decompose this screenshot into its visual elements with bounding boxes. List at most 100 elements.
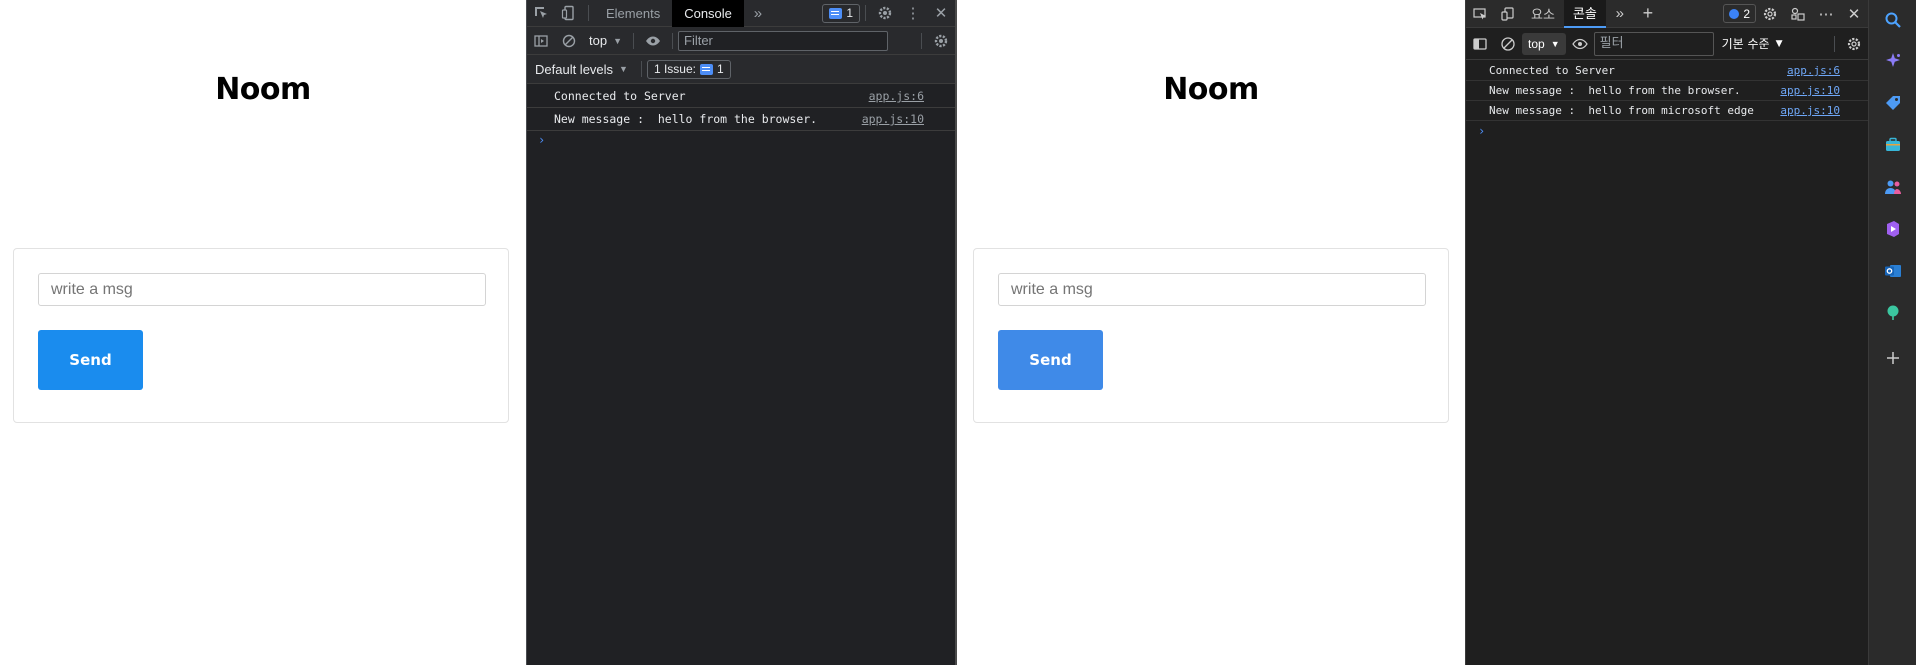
caret-down-icon: ▼ xyxy=(1775,38,1783,49)
console-log-row: Connected to Server app.js:6 xyxy=(527,85,955,108)
message-form: Send xyxy=(13,248,509,423)
log-source-link[interactable]: app.js:10 xyxy=(1780,84,1840,97)
message-icon xyxy=(700,63,713,75)
log-message: New message : hello from the browser. xyxy=(554,112,818,126)
close-icon[interactable]: ✕ xyxy=(1840,0,1868,27)
console-log-row: New message : hello from the browser. ap… xyxy=(527,108,955,131)
log-source-link[interactable]: app.js:10 xyxy=(1780,104,1840,117)
tab-console[interactable]: 콘솔 xyxy=(1563,0,1606,28)
toolbar-divider xyxy=(672,32,673,49)
device-emulation-icon[interactable] xyxy=(1494,0,1522,27)
live-expression-eye-icon[interactable] xyxy=(1566,30,1594,57)
log-levels-label: Default levels xyxy=(535,61,614,77)
edge-page: Noom Send xyxy=(957,0,1465,665)
caret-down-icon: ▼ xyxy=(1550,38,1560,49)
context-select[interactable]: top ▼ xyxy=(583,33,628,48)
console-settings-gear-icon[interactable] xyxy=(1840,30,1868,57)
settings-gear-icon[interactable] xyxy=(871,0,899,27)
outlook-icon[interactable] xyxy=(1883,261,1903,281)
send-button[interactable]: Send xyxy=(998,330,1103,390)
clear-console-icon[interactable] xyxy=(1494,30,1522,57)
sidebar-toggle-icon[interactable] xyxy=(1466,30,1494,57)
close-icon[interactable]: ✕ xyxy=(927,0,955,27)
people-icon[interactable] xyxy=(1883,177,1903,197)
chrome-devtools: Elements Console » 1 ⋮ ✕ top ▼ Filter De… xyxy=(526,0,957,665)
log-message: Connected to Server xyxy=(554,89,686,103)
message-icon xyxy=(829,7,843,19)
context-value: top xyxy=(589,33,608,48)
log-message: Connected to Server xyxy=(1489,64,1615,77)
caret-down-icon: ▼ xyxy=(619,64,628,74)
caret-down-icon: ▼ xyxy=(613,35,622,46)
context-value: top xyxy=(1528,36,1545,51)
more-tabs-icon[interactable]: » xyxy=(1606,0,1634,27)
toolbar-divider xyxy=(1834,35,1835,52)
more-tabs-icon[interactable]: » xyxy=(744,0,772,27)
devtools-tabbar: Elements Console » 1 ⋮ ✕ xyxy=(527,0,955,27)
add-tab-icon[interactable]: + xyxy=(1634,0,1662,27)
toolbar-divider xyxy=(640,61,642,77)
tab-console[interactable]: Console xyxy=(672,0,744,27)
tab-elements[interactable]: Elements xyxy=(594,0,672,27)
tag-icon[interactable] xyxy=(1883,93,1903,113)
send-button[interactable]: Send xyxy=(38,330,143,390)
kebab-menu-icon[interactable]: ⋮ xyxy=(899,0,927,27)
inspect-element-icon[interactable] xyxy=(1466,0,1494,27)
issues-counter[interactable]: 2 xyxy=(1723,4,1756,23)
more-options-icon[interactable]: ⋯ xyxy=(1812,0,1840,27)
toolbar-divider xyxy=(633,32,634,49)
log-source-link[interactable]: app.js:10 xyxy=(862,112,924,126)
log-source-link[interactable]: app.js:6 xyxy=(869,89,924,103)
issues-link[interactable]: 1 Issue: 1 xyxy=(646,59,731,79)
edge-sidebar xyxy=(1868,0,1916,665)
issues-count: 1 xyxy=(846,6,853,20)
console-log-row: New message : hello from the browser. ap… xyxy=(1466,81,1868,101)
console-settings-gear-icon[interactable] xyxy=(927,27,955,54)
console-levels-bar: Default levels ▼ 1 Issue: 1 xyxy=(527,55,955,84)
device-toolbar-icon[interactable] xyxy=(555,0,583,27)
toolbox-icon[interactable] xyxy=(1883,135,1903,155)
log-message: New message : hello from microsoft edge xyxy=(1489,104,1754,117)
sidebar-toggle-icon[interactable] xyxy=(527,27,555,54)
message-input[interactable] xyxy=(38,273,486,306)
issues-link-count: 1 xyxy=(717,62,724,76)
chrome-page: Noom Send xyxy=(0,0,526,665)
copilot-sparkle-icon[interactable] xyxy=(1883,51,1903,71)
page-title: Noom xyxy=(215,72,311,107)
screen: Noom Send Elements Console » 1 xyxy=(0,0,1916,665)
console-filter-input[interactable] xyxy=(678,30,888,51)
log-levels-select[interactable]: Default levels ▼ xyxy=(527,62,636,77)
log-levels-label: 기본 수준 xyxy=(1721,37,1770,51)
tab-elements[interactable]: 요소 xyxy=(1522,0,1564,28)
log-source-link[interactable]: app.js:6 xyxy=(1787,64,1840,77)
console-filter-input[interactable] xyxy=(1593,31,1714,56)
page-title: Noom xyxy=(1163,72,1259,107)
toolbar-divider xyxy=(921,32,922,49)
console-toolbar: top ▼ xyxy=(527,27,955,55)
devtools-tabbar: 요소 콘솔 » + 2 ⋯ ✕ xyxy=(1466,0,1868,28)
console-toolbar: top ▼ 기본 수준 ▼ xyxy=(1466,28,1868,60)
office-icon[interactable] xyxy=(1883,219,1903,239)
customize-icon[interactable] xyxy=(1784,0,1812,27)
log-levels-select[interactable]: 기본 수준 ▼ xyxy=(1714,35,1791,52)
search-icon[interactable] xyxy=(1883,10,1903,30)
console-log-row: Connected to Server app.js:6 xyxy=(1466,61,1868,81)
console-log-row: New message : hello from microsoft edge … xyxy=(1466,101,1868,121)
live-expression-eye-icon[interactable] xyxy=(639,27,667,54)
issues-counter[interactable]: 1 xyxy=(822,3,860,23)
clear-console-icon[interactable] xyxy=(555,27,583,54)
toolbar-divider xyxy=(588,5,589,21)
issues-count: 2 xyxy=(1743,6,1750,21)
tree-icon[interactable] xyxy=(1883,303,1903,323)
console-prompt-icon[interactable]: › xyxy=(538,133,545,147)
issues-icon xyxy=(1729,8,1740,19)
inspect-element-icon[interactable] xyxy=(527,0,555,27)
context-select[interactable]: top ▼ xyxy=(1522,32,1566,55)
settings-gear-icon[interactable] xyxy=(1756,0,1784,27)
console-prompt-icon[interactable]: › xyxy=(1478,124,1485,138)
message-form: Send xyxy=(973,248,1449,423)
issues-label: 1 Issue: xyxy=(653,62,696,76)
message-input[interactable] xyxy=(998,273,1426,306)
add-icon[interactable] xyxy=(1883,348,1903,368)
edge-devtools: 요소 콘솔 » + 2 ⋯ ✕ top ▼ 필터 기본 수준 ▼ Connect… xyxy=(1465,0,1868,665)
